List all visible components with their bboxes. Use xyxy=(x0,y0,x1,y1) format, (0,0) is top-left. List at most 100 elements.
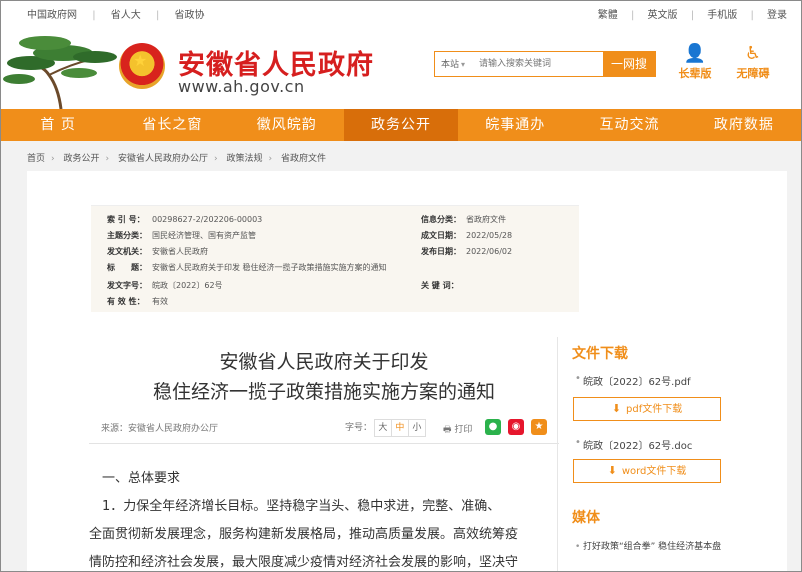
site-header: 安徽省人民政府 www.ah.gov.cn 本站 一网搜 👤 长辈版 ♿ 无障碍 xyxy=(1,23,801,109)
media-section-title: 媒体 xyxy=(572,510,600,526)
font-size-large-button[interactable]: 大 xyxy=(373,419,392,437)
search-input[interactable] xyxy=(477,55,599,73)
meta-label: 发文机关： xyxy=(107,247,147,256)
word-download-button[interactable]: ⬇ word文件下载 xyxy=(573,459,721,483)
link-cppcc[interactable]: 省政协 xyxy=(175,10,205,21)
download-icon: ⬇ xyxy=(611,402,621,415)
meta-value: 2022/06/02 xyxy=(466,247,513,256)
pdf-download-label: pdf文件下载 xyxy=(626,404,683,415)
meta-value: 安徽省人民政府 xyxy=(152,247,208,256)
weibo-share-icon[interactable]: ◉ xyxy=(508,419,524,435)
search-scope-select[interactable]: 本站 xyxy=(441,57,465,70)
meta-label: 关 键 词： xyxy=(421,281,459,290)
link-gov-cn[interactable]: 中国政府网 xyxy=(27,10,77,21)
wechat-share-icon[interactable]: ● xyxy=(485,419,501,435)
breadcrumb-docs[interactable]: 省政府文件 xyxy=(281,154,326,164)
meta-label: 索 引 号： xyxy=(107,215,145,224)
meta-label: 发文字号： xyxy=(107,281,147,290)
link-english[interactable]: 英文版 xyxy=(648,10,678,21)
article-title: 安徽省人民政府关于印发 稳住经济一揽子政策措施实施方案的通知 xyxy=(89,347,559,407)
separator: | xyxy=(630,10,635,21)
elder-mode-label: 长辈版 xyxy=(678,67,712,80)
nav-data[interactable]: 政府数据 xyxy=(687,109,801,141)
font-size-medium-button[interactable]: 中 xyxy=(390,419,409,437)
meta-issuer: 发文机关： 安徽省人民政府 xyxy=(107,246,208,257)
printer-icon: 🖶 xyxy=(443,425,452,435)
meta-value: 国民经济管理、国有资产监管 xyxy=(152,231,256,240)
breadcrumb-office[interactable]: 安徽省人民政府办公厅 xyxy=(118,154,208,164)
accessibility-button[interactable]: ♿ 无障碍 xyxy=(731,43,775,81)
breadcrumb-policy[interactable]: 政策法规 xyxy=(227,154,263,164)
link-login[interactable]: 登录 xyxy=(767,10,787,21)
meta-label: 信息分类： xyxy=(421,215,461,224)
meta-label: 标 题： xyxy=(107,263,147,272)
link-traditional[interactable]: 繁體 xyxy=(598,10,618,21)
meta-value: 有效 xyxy=(152,297,168,306)
breadcrumb: 首页 › 政务公开 › 安徽省人民政府办公厅 › 政策法规 › 省政府文件 xyxy=(27,151,326,164)
breadcrumb-home[interactable]: 首页 xyxy=(27,154,45,164)
print-button[interactable]: 🖶 打印 xyxy=(443,422,472,438)
article-paragraph: 全面贯彻新发展理念，服务构建新发展格局，推动高质量发展。高效统筹疫 xyxy=(89,527,519,542)
divider xyxy=(89,443,559,444)
site-url: www.ah.gov.cn xyxy=(178,77,305,96)
meta-info-category: 信息分类： 省政府文件 xyxy=(421,214,506,225)
font-size-small-button[interactable]: 小 xyxy=(407,419,426,437)
file-doc-name[interactable]: 皖政〔2022〕62号.doc xyxy=(575,437,692,452)
print-label: 打印 xyxy=(454,425,473,435)
top-links-left: 中国政府网 | 省人大 | 省政协 xyxy=(27,6,217,21)
nav-gov-affairs[interactable]: 政务公开 xyxy=(343,109,459,141)
meta-keywords: 关 键 词： xyxy=(421,280,466,291)
chevron-right-icon: › xyxy=(214,154,218,164)
meta-value: 安徽省人民政府关于印发 稳住经济一揽子政策措施实施方案的通知 xyxy=(152,263,387,272)
separator: | xyxy=(750,10,754,21)
search-box: 本站 一网搜 xyxy=(434,51,656,77)
meta-label: 发布日期： xyxy=(421,247,461,256)
meta-validity: 有 效 性： 有效 xyxy=(107,296,168,307)
content-card: 索 引 号： 00298627-2/202206-00003 信息分类： 省政府文件… xyxy=(27,171,787,571)
nav-home[interactable]: 首 页 xyxy=(1,109,115,141)
nav-services[interactable]: 皖事通办 xyxy=(458,109,572,141)
link-provincial-congress[interactable]: 省人大 xyxy=(111,10,141,21)
meta-value: 皖政〔2022〕62号 xyxy=(152,281,223,290)
wheelchair-icon: ♿ xyxy=(744,43,762,64)
nav-interaction[interactable]: 互动交流 xyxy=(572,109,686,141)
meta-created-date: 成文日期： 2022/05/28 xyxy=(421,230,512,241)
file-pdf-name[interactable]: 皖政〔2022〕62号.pdf xyxy=(575,373,691,388)
meta-value: 00298627-2/202206-00003 xyxy=(152,215,263,224)
article-heading-1: 一、总体要求 xyxy=(89,471,181,486)
separator: | xyxy=(690,10,695,21)
media-link[interactable]: 打好政策“组合拳” 稳住经济基本盘 xyxy=(575,539,731,555)
accessibility-label: 无障碍 xyxy=(736,67,770,80)
top-links-right: 繁體 | 英文版 | 手机版 | 登录 xyxy=(588,6,787,21)
breadcrumb-gov-affairs[interactable]: 政务公开 xyxy=(64,154,100,164)
browser-page: 中国政府网 | 省人大 | 省政协 繁體 | 英文版 | 手机版 | 登录 ★ … xyxy=(0,0,802,572)
nav-governor[interactable]: 省长之窗 xyxy=(115,109,229,141)
meta-published-date: 发布日期： 2022/06/02 xyxy=(421,246,512,257)
separator: | xyxy=(155,10,160,21)
nav-culture[interactable]: 徽风皖韵 xyxy=(230,109,344,141)
font-size-control: 字号： 大中小 xyxy=(345,419,426,437)
meta-value: 2022/05/28 xyxy=(466,231,513,240)
favorite-star-icon[interactable]: ★ xyxy=(531,419,547,435)
main-nav: 首 页 省长之窗 徽风皖韵 政务公开 皖事通办 互动交流 政府数据 xyxy=(1,109,801,141)
elder-mode-button[interactable]: 👤 长辈版 xyxy=(673,43,717,81)
article-source: 来源：安徽省人民政府办公厅 xyxy=(101,424,219,434)
article-paragraph: 情防控和经济社会发展，最大限度减少疫情对经济社会发展的影响，坚决守 xyxy=(89,555,519,570)
download-section-title: 文件下载 xyxy=(572,346,628,362)
search-button[interactable]: 一网搜 xyxy=(603,52,655,76)
national-emblem-icon xyxy=(119,43,165,89)
meta-label: 有 效 性： xyxy=(107,297,145,306)
chevron-right-icon: › xyxy=(268,154,273,164)
chevron-right-icon: › xyxy=(51,154,55,164)
chevron-right-icon: › xyxy=(105,154,110,164)
top-bar: 中国政府网 | 省人大 | 省政协 繁體 | 英文版 | 手机版 | 登录 xyxy=(1,1,801,24)
meta-title: 标 题： 安徽省人民政府关于印发 稳住经济一揽子政策措施实施方案的通知 xyxy=(107,262,387,273)
article-body: 一、总体要求 1．力保全年经济增长目标。坚持稳字当头、稳中求进，完整、准确、 全… xyxy=(89,465,559,571)
pdf-download-button[interactable]: ⬇ pdf文件下载 xyxy=(573,397,721,421)
article-title-line2: 稳住经济一揽子政策措施实施方案的通知 xyxy=(152,381,495,403)
separator: | xyxy=(92,10,96,21)
column-divider xyxy=(557,337,558,571)
meta-label: 主题分类： xyxy=(107,231,147,240)
link-mobile[interactable]: 手机版 xyxy=(707,10,737,21)
word-download-label: word文件下载 xyxy=(621,466,687,477)
